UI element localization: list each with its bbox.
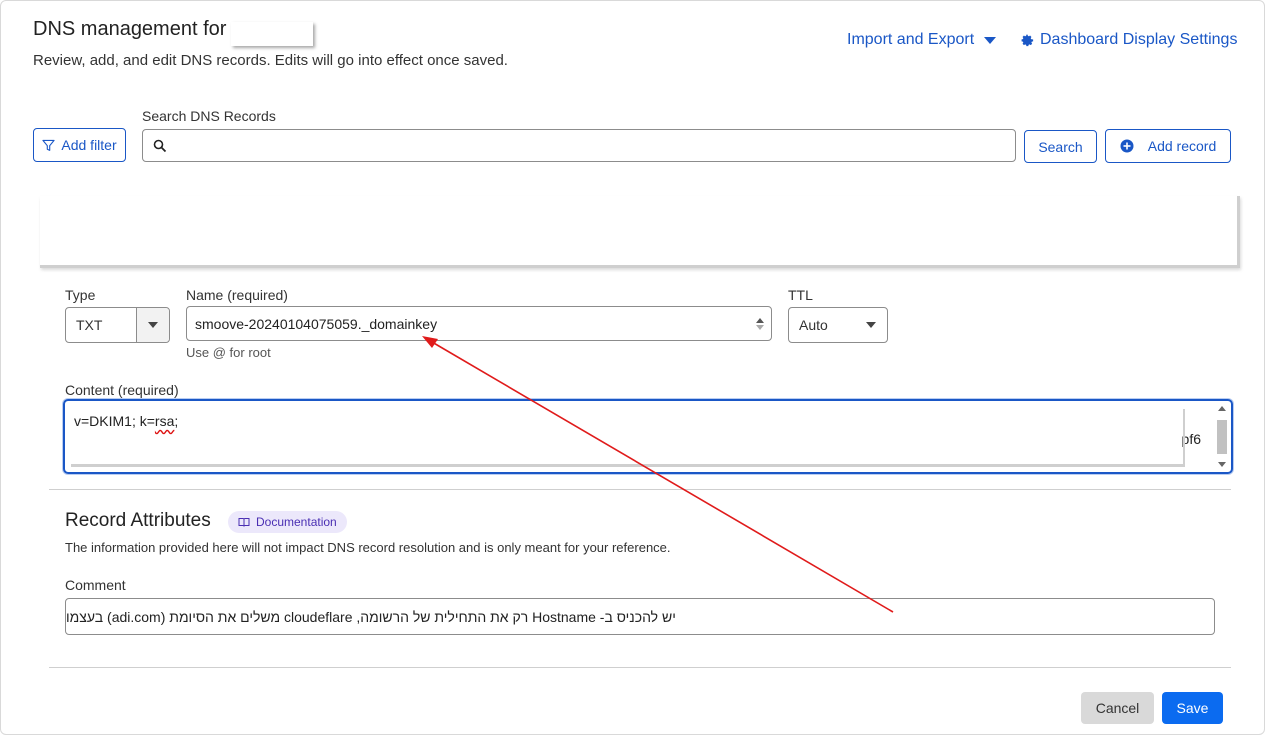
content-value: v=DKIM1; k=rsa; bbox=[74, 413, 178, 429]
name-spinner[interactable] bbox=[751, 307, 768, 340]
name-hint: Use @ for root bbox=[186, 345, 271, 360]
name-value: smoove-20240104075059._domainkey bbox=[195, 315, 438, 332]
record-attributes-title: Record Attributes bbox=[65, 510, 211, 531]
ttl-value: Auto bbox=[799, 317, 828, 333]
ttl-select[interactable]: Auto bbox=[788, 307, 888, 343]
content-tail-text: pf6 bbox=[1181, 431, 1201, 447]
type-value: TXT bbox=[76, 317, 103, 333]
documentation-label: Documentation bbox=[256, 515, 337, 529]
page-subtitle: Review, add, and edit DNS records. Edits… bbox=[33, 52, 508, 69]
scroll-thumb[interactable] bbox=[1217, 420, 1227, 454]
ttl-label: TTL bbox=[788, 287, 813, 303]
content-prefix: v=DKIM1; k= bbox=[74, 413, 155, 429]
chevron-down-icon bbox=[148, 322, 158, 328]
content-misspelled-word: rsa bbox=[154, 413, 175, 429]
content-label: Content (required) bbox=[65, 382, 179, 398]
record-attributes-description: The information provided here will not i… bbox=[65, 540, 671, 555]
add-circle-icon bbox=[1120, 139, 1134, 153]
redacted-content-box bbox=[71, 409, 1185, 467]
cancel-button[interactable]: Cancel bbox=[1081, 692, 1154, 724]
caret-down-icon bbox=[984, 37, 997, 44]
arrow-up-icon[interactable] bbox=[755, 317, 764, 323]
divider bbox=[49, 667, 1231, 668]
gear-icon bbox=[1021, 34, 1034, 47]
content-textarea[interactable]: v=DKIM1; k=rsa; pf6 bbox=[63, 399, 1233, 474]
chevron-down-icon bbox=[866, 322, 876, 328]
documentation-link[interactable]: Documentation bbox=[228, 511, 347, 533]
dashboard-display-settings-link[interactable]: Dashboard Display Settings bbox=[1020, 31, 1237, 49]
scroll-up-icon[interactable] bbox=[1218, 406, 1226, 411]
divider bbox=[49, 489, 1231, 490]
search-button[interactable]: Search bbox=[1024, 130, 1097, 163]
arrow-down-icon[interactable] bbox=[755, 324, 764, 330]
scroll-down-icon[interactable] bbox=[1218, 462, 1226, 467]
search-dns-records-field[interactable] bbox=[142, 129, 1016, 162]
import-export-menu[interactable]: Import and Export bbox=[847, 31, 997, 49]
save-button[interactable]: Save bbox=[1162, 692, 1223, 724]
search-label: Search DNS Records bbox=[142, 108, 276, 124]
add-record-label: Add record bbox=[1147, 138, 1217, 154]
name-label: Name (required) bbox=[186, 287, 288, 303]
type-dropdown-toggle[interactable] bbox=[136, 308, 169, 342]
redacted-domain-box bbox=[231, 22, 313, 46]
add-filter-label: Add filter bbox=[61, 137, 117, 153]
filter-icon bbox=[42, 139, 56, 151]
comment-input[interactable]: יש להכניס ב- Hostname רק את התחילית של ה… bbox=[65, 598, 1215, 635]
content-suffix: ; bbox=[174, 413, 179, 429]
content-scrollbar[interactable] bbox=[1215, 403, 1229, 470]
comment-label: Comment bbox=[65, 577, 126, 593]
add-record-button[interactable]: Add record bbox=[1105, 129, 1231, 163]
search-input[interactable] bbox=[167, 136, 1015, 155]
redacted-banner bbox=[40, 196, 1240, 268]
type-label: Type bbox=[65, 287, 96, 303]
search-icon bbox=[153, 139, 167, 152]
import-export-label: Import and Export bbox=[847, 31, 975, 48]
book-icon bbox=[238, 517, 250, 527]
page-title: DNS management for bbox=[33, 18, 227, 40]
name-field[interactable]: smoove-20240104075059._domainkey bbox=[186, 306, 772, 341]
type-select[interactable]: TXT bbox=[65, 307, 170, 343]
dashboard-display-settings-label: Dashboard Display Settings bbox=[1040, 31, 1238, 48]
add-filter-button[interactable]: Add filter bbox=[33, 128, 126, 162]
